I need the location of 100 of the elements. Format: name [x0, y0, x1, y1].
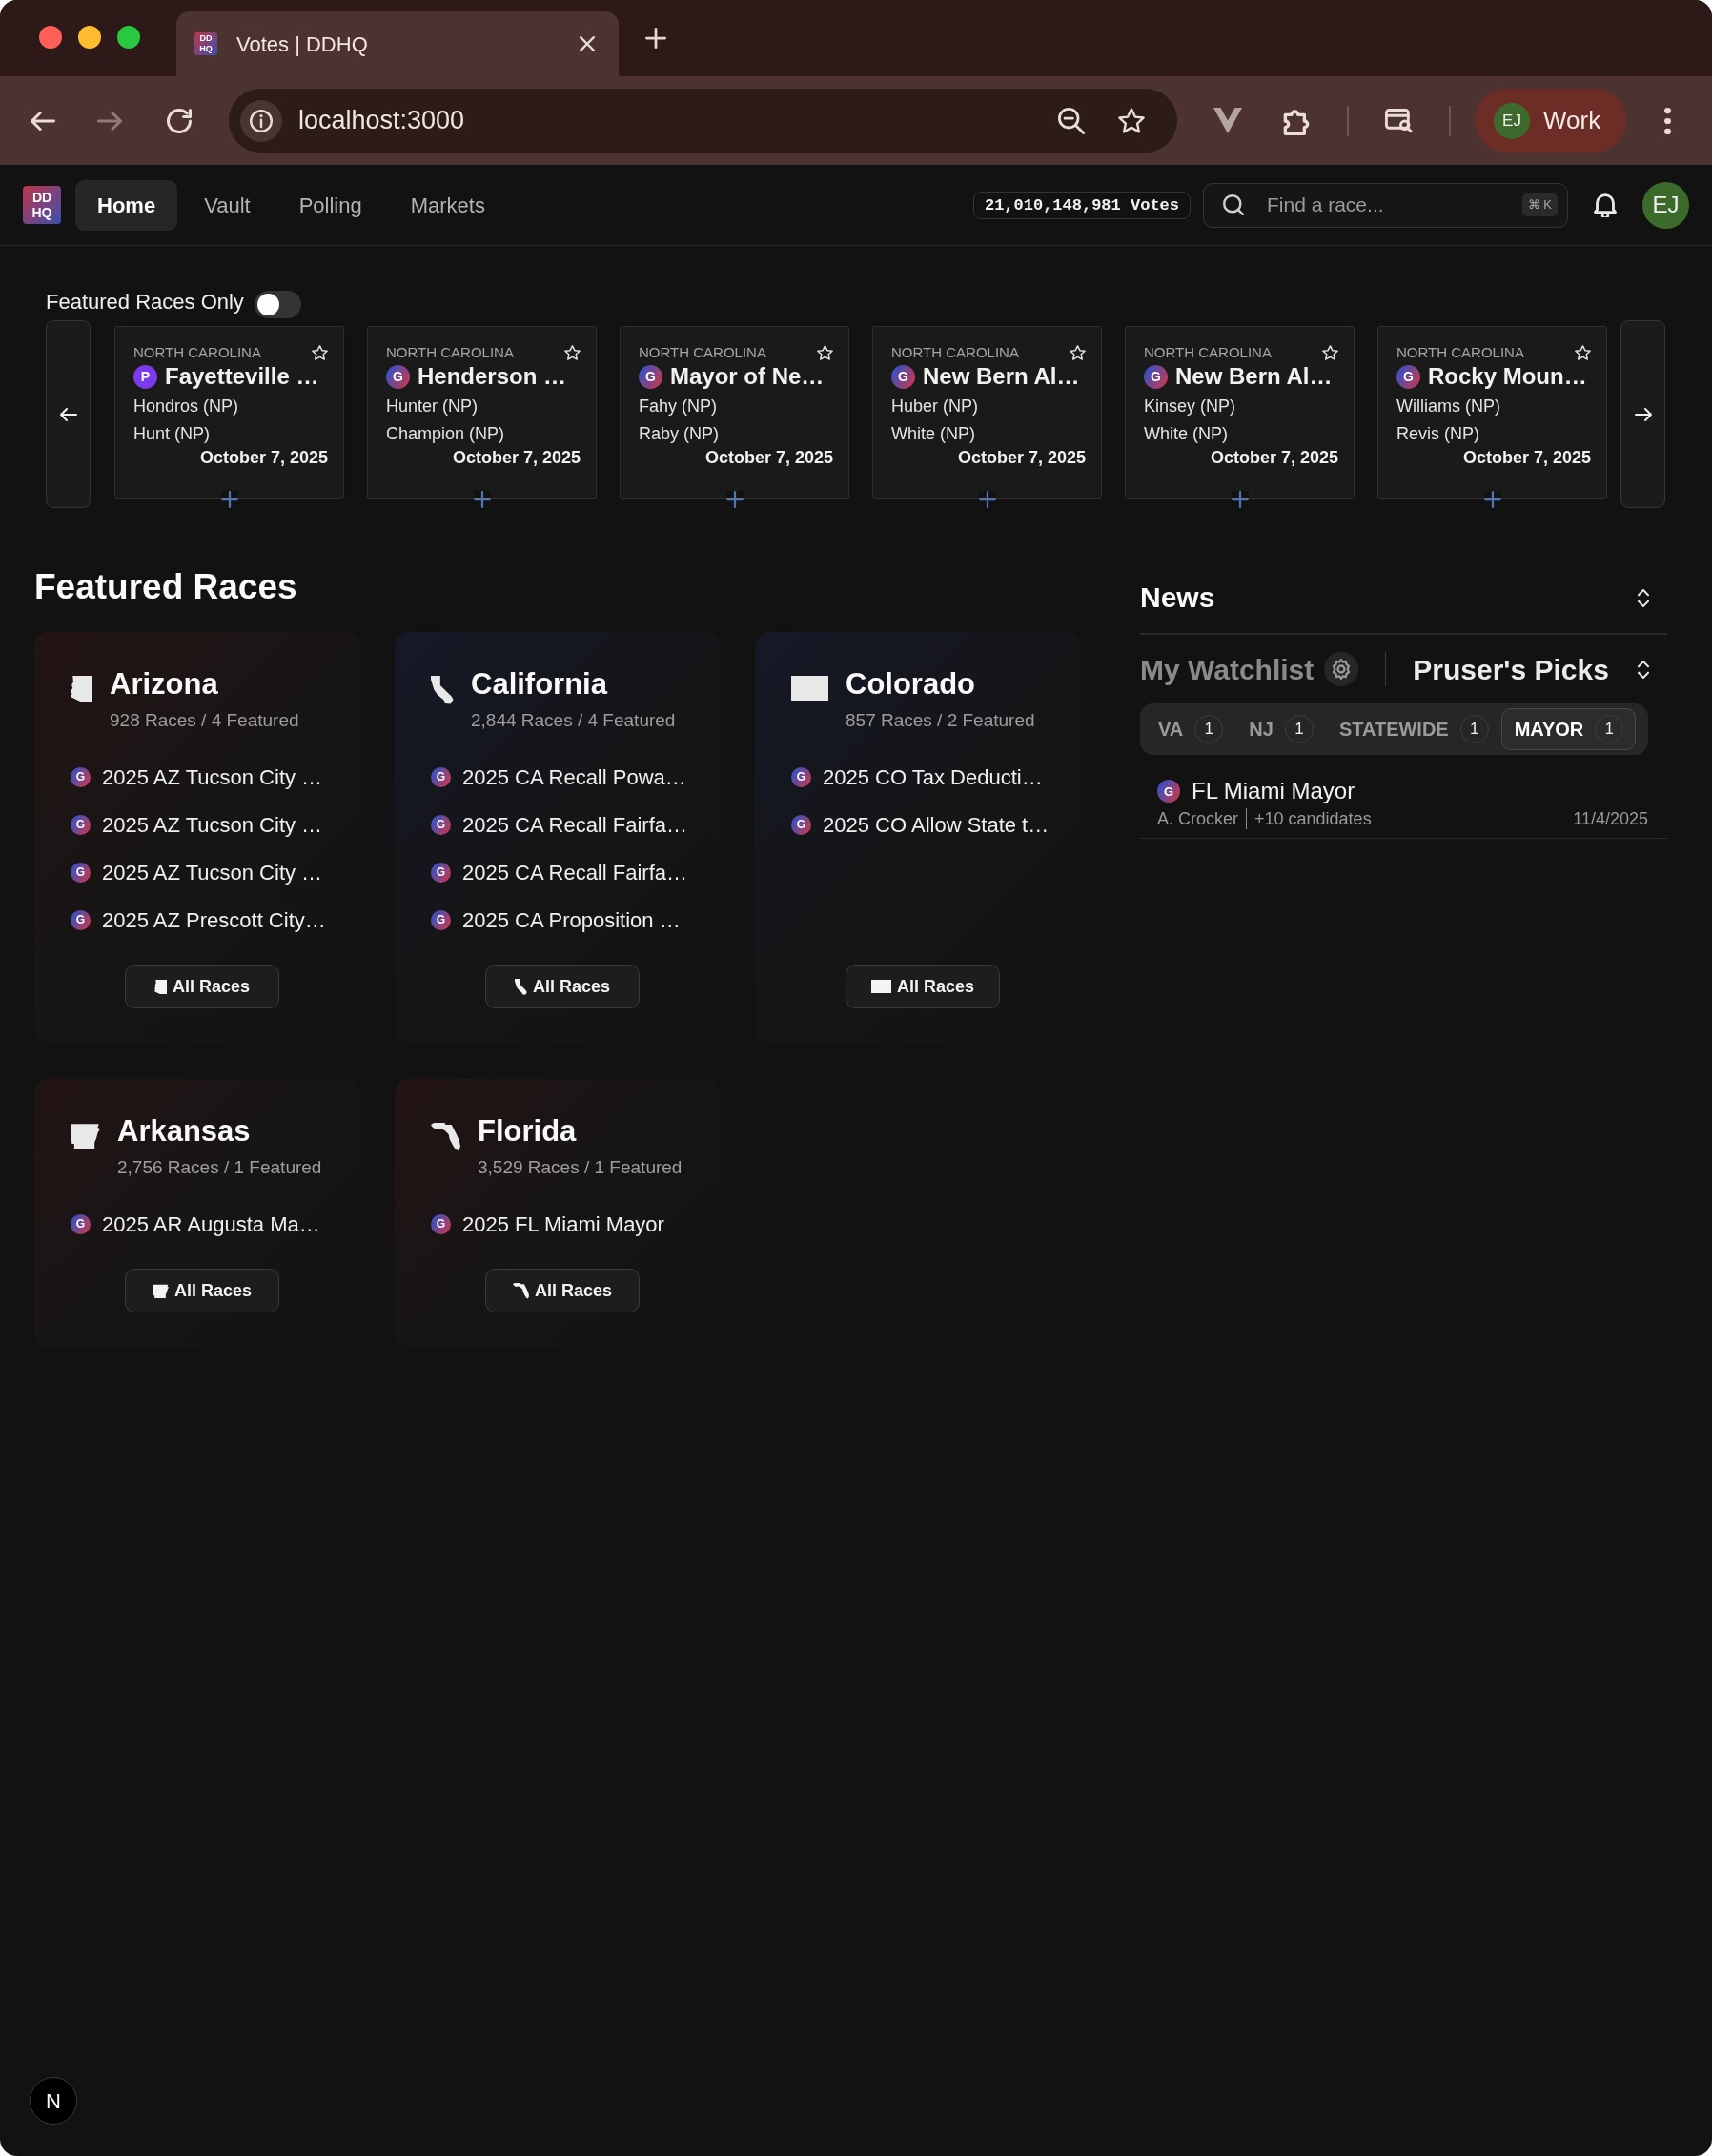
- toggle-label: Featured Races Only: [46, 290, 244, 315]
- race-title: Rocky Moun…: [1428, 362, 1587, 391]
- profile-avatar: EJ: [1494, 102, 1530, 139]
- search-icon: [1223, 193, 1244, 215]
- section-heading: Featured Races: [34, 566, 297, 608]
- zoom-dot-icon[interactable]: [117, 26, 140, 49]
- candidate-name: Hunter (NP): [386, 396, 479, 417]
- star-icon[interactable]: [1322, 345, 1338, 360]
- all-races-button[interactable]: All Races: [125, 965, 279, 1008]
- candidate-name: Raby (NP): [639, 423, 720, 445]
- nav-link[interactable]: Polling: [276, 179, 384, 231]
- candidate-name: White (NP): [891, 423, 976, 445]
- minimize-dot-icon[interactable]: [78, 26, 101, 49]
- race-link[interactable]: 2025 AZ Tucson City …: [102, 808, 323, 841]
- race-title: Fayetteville …: [165, 362, 319, 391]
- star-icon[interactable]: [1118, 108, 1145, 133]
- star-icon[interactable]: [312, 345, 328, 360]
- state-label: NORTH CAROLINA: [1144, 345, 1272, 360]
- race-link[interactable]: 2025 CA Proposition …: [462, 904, 681, 936]
- nav-link[interactable]: Vault: [182, 179, 273, 231]
- filter-tab[interactable]: NJ 1: [1235, 708, 1326, 750]
- race-card[interactable]: NORTH CAROLINA G Henderson … Hunter (NP) Champion (NP) October 7, 2025: [367, 326, 597, 499]
- filter-tab[interactable]: MAYOR 1: [1500, 708, 1637, 750]
- state-silhouette-icon: [152, 1283, 169, 1298]
- reload-icon[interactable]: [167, 108, 192, 133]
- letter-badge: G: [1396, 364, 1420, 389]
- letter-badge: G: [71, 909, 91, 930]
- race-link[interactable]: 2025 CA Recall Powa…: [462, 761, 686, 793]
- letter-badge: G: [791, 766, 811, 787]
- arrow-right-icon: [1634, 407, 1652, 421]
- nav-link[interactable]: Markets: [388, 179, 507, 231]
- site-logo[interactable]: DD HQ: [23, 186, 61, 224]
- candidate-name: Fahy (NP): [639, 396, 718, 417]
- watchlist-item[interactable]: G FL Miami Mayor A. Crocker +10 candidates 11/4/2025: [1140, 777, 1667, 839]
- forward-arrow-icon[interactable]: [97, 111, 122, 131]
- candidate-name: White (NP): [1144, 423, 1229, 445]
- profile-button[interactable]: EJ Work: [1475, 89, 1626, 153]
- race-card[interactable]: NORTH CAROLINA G Mayor of Ne… Fahy (NP) Raby (NP) October 7, 2025: [620, 326, 849, 499]
- close-dot-icon[interactable]: [39, 26, 62, 49]
- all-races-button[interactable]: All Races: [485, 1269, 640, 1312]
- address-bar[interactable]: localhost:3000: [229, 89, 1177, 153]
- tab-search-icon[interactable]: [1385, 108, 1414, 133]
- dev-tools-button[interactable]: N: [30, 2077, 77, 2125]
- star-icon[interactable]: [564, 345, 581, 360]
- zoom-out-icon[interactable]: [1058, 107, 1085, 134]
- state-name: Florida: [478, 1113, 578, 1149]
- all-races-button[interactable]: All Races: [125, 1269, 279, 1312]
- race-link[interactable]: 2025 AZ Tucson City …: [102, 761, 323, 793]
- bell-icon[interactable]: [1594, 193, 1617, 217]
- race-link[interactable]: 2025 AZ Tucson City …: [102, 856, 323, 888]
- race-link[interactable]: 2025 CO Allow State t…: [823, 808, 1050, 841]
- letter-badge: G: [431, 766, 451, 787]
- site-info-button[interactable]: [240, 99, 282, 142]
- nav-link[interactable]: Home: [75, 179, 178, 231]
- star-icon[interactable]: [817, 345, 833, 360]
- state-silhouette-icon: [512, 1282, 529, 1299]
- candidate-name: Kinsey (NP): [1144, 396, 1237, 417]
- v-shape-icon[interactable]: [1213, 108, 1242, 133]
- race-title: Mayor of Ne…: [670, 362, 825, 391]
- race-link[interactable]: 2025 CO Tax Deducti…: [823, 761, 1043, 793]
- back-arrow-icon[interactable]: [31, 111, 55, 131]
- race-link[interactable]: 2025 AR Augusta Ma…: [102, 1208, 320, 1240]
- race-link[interactable]: 2025 FL Miami Mayor: [462, 1208, 664, 1240]
- all-races-button[interactable]: All Races: [846, 965, 1000, 1008]
- race-count: 2,844 Races / 4 Featured: [471, 709, 676, 732]
- filter-tab[interactable]: STATEWIDE 1: [1325, 708, 1501, 750]
- race-title: New Bern Al…: [923, 362, 1080, 391]
- all-races-button[interactable]: All Races: [485, 965, 640, 1008]
- user-avatar[interactable]: EJ: [1642, 181, 1689, 229]
- list-tab[interactable]: Pruser's Picks: [1413, 647, 1609, 691]
- star-icon[interactable]: [1070, 345, 1086, 360]
- race-date: October 7, 2025: [198, 447, 328, 469]
- race-card[interactable]: NORTH CAROLINA G New Bern Al… Huber (NP) White (NP) October 7, 2025: [872, 326, 1102, 499]
- star-icon[interactable]: [1575, 345, 1591, 360]
- candidate-name: Hondros (NP): [133, 396, 240, 417]
- menu-icon[interactable]: [1664, 107, 1671, 134]
- list-tab[interactable]: My Watchlist: [1140, 647, 1315, 691]
- race-link[interactable]: 2025 CA Recall Fairfa…: [462, 808, 687, 841]
- candidate-name: Revis (NP): [1396, 423, 1480, 445]
- state-name: Arkansas: [117, 1113, 252, 1149]
- settings-button[interactable]: [1324, 652, 1359, 686]
- state-label: NORTH CAROLINA: [891, 345, 1019, 360]
- race-link[interactable]: 2025 AZ Prescott City…: [102, 904, 326, 936]
- letter-badge: G: [639, 364, 662, 389]
- race-link[interactable]: 2025 CA Recall Fairfa…: [462, 856, 687, 888]
- filter-tab[interactable]: VA 1: [1145, 708, 1236, 750]
- up-down-chevron-icon[interactable]: [1638, 588, 1649, 607]
- state-silhouette-icon: [514, 978, 527, 995]
- race-card[interactable]: NORTH CAROLINA G New Bern Al… Kinsey (NP) White (NP) October 7, 2025: [1125, 326, 1355, 499]
- state-label: NORTH CAROLINA: [639, 345, 766, 360]
- race-date: October 7, 2025: [451, 447, 581, 469]
- race-card[interactable]: NORTH CAROLINA G Rocky Moun… Williams (NP) Revis (NP) October 7, 2025: [1377, 326, 1607, 499]
- letter-badge: G: [71, 1213, 91, 1234]
- race-card[interactable]: NORTH CAROLINA P Fayetteville … Hondros (NP) Hunt (NP) October 7, 2025: [114, 326, 344, 499]
- race-title: New Bern Al…: [1175, 362, 1333, 391]
- candidate-name: Huber (NP): [891, 396, 980, 417]
- toggle-switch[interactable]: [254, 291, 301, 318]
- browser-tab[interactable]: DD HQ Votes | DDHQ: [176, 11, 619, 76]
- up-down-chevron-icon[interactable]: [1638, 660, 1649, 679]
- close-icon[interactable]: [580, 36, 595, 51]
